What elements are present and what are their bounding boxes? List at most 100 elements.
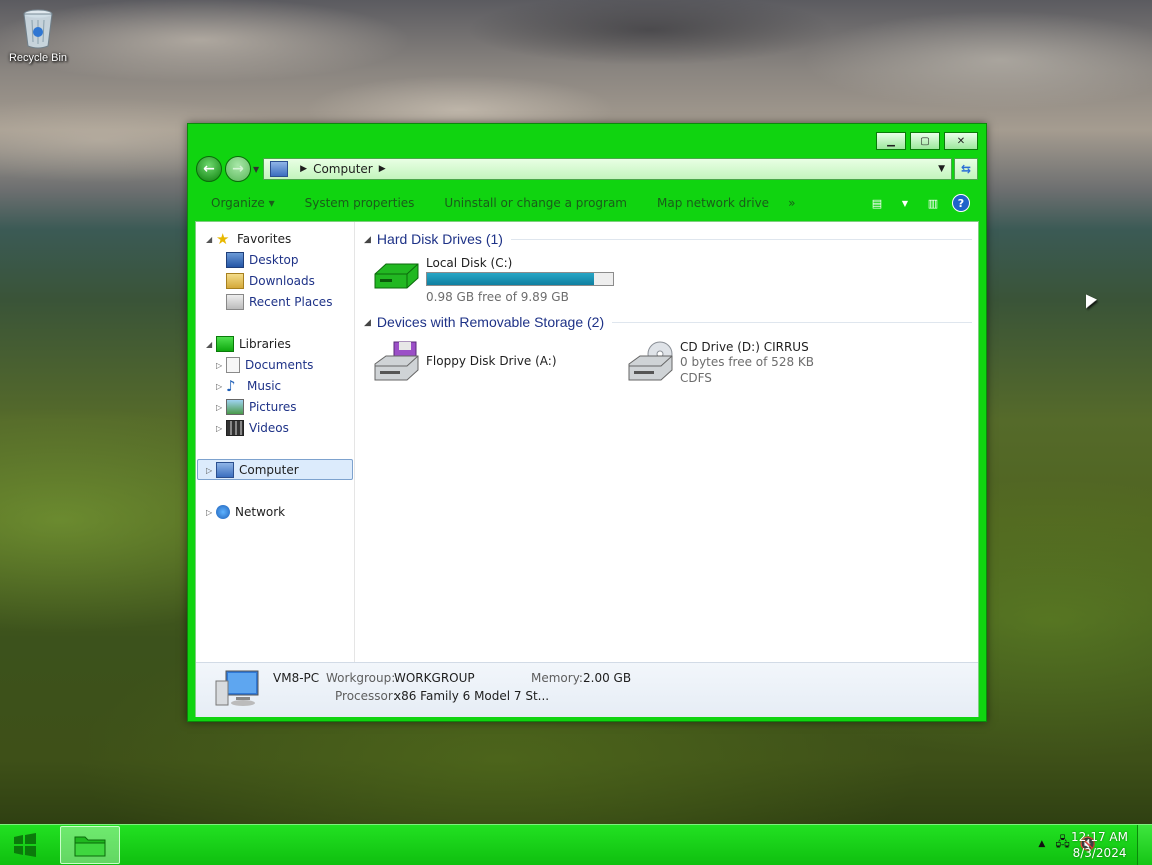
- drive-local-disk-c[interactable]: Local Disk (C:) 0.98 GB free of 9.89 GB: [372, 256, 614, 305]
- hard-drive-icon: [372, 256, 422, 300]
- nav-libraries-label: Libraries: [239, 337, 291, 351]
- uninstall-program-button[interactable]: Uninstall or change a program: [429, 196, 642, 210]
- nav-libraries[interactable]: ◢ Libraries: [206, 334, 291, 354]
- memory-value: 2.00 GB: [583, 671, 632, 685]
- details-pane: VM8-PC Workgroup: WORKGROUP Memory: 2.00…: [196, 662, 978, 717]
- address-bar[interactable]: ▶ Computer ▶ ▼: [263, 158, 952, 180]
- breadcrumb-chevron-icon[interactable]: ▶: [300, 164, 307, 174]
- help-icon[interactable]: ?: [952, 194, 970, 212]
- collapse-arrow-icon[interactable]: ◢: [206, 340, 216, 349]
- star-icon: ★: [216, 230, 230, 248]
- expand-arrow-icon[interactable]: ▷: [206, 466, 216, 475]
- forward-button[interactable]: →: [225, 156, 251, 182]
- drive-d-filesystem: CDFS: [680, 371, 712, 385]
- minimize-icon: ▁: [887, 135, 895, 147]
- computer-icon: [216, 462, 234, 478]
- drive-d-name: CD Drive (D:) CIRRUS: [680, 340, 809, 354]
- recent-pages-dropdown[interactable]: ▼: [253, 165, 259, 174]
- computer-icon: [270, 161, 289, 177]
- explorer-window: ▁ ▢ ✕ ← → ▼ ▶ Computer ▶ ▼ ⇆ Organize ▾ …: [187, 123, 987, 722]
- cd-drive-icon: [626, 340, 676, 384]
- maximize-icon: ▢: [920, 135, 930, 147]
- nav-desktop[interactable]: Desktop: [226, 250, 299, 270]
- nav-pictures[interactable]: ▷ Pictures: [216, 397, 297, 417]
- expand-arrow-icon[interactable]: ▷: [216, 361, 226, 370]
- drive-c-usage-fill: [427, 273, 595, 285]
- documents-icon: [226, 357, 240, 373]
- system-properties-button[interactable]: System properties: [290, 196, 430, 210]
- explorer-content: ◢ ★ Favorites Desktop Downloads Recent P…: [195, 221, 979, 717]
- expand-arrow-icon[interactable]: ▷: [216, 382, 226, 391]
- desktop-icon: [226, 252, 244, 268]
- nav-recent-places[interactable]: Recent Places: [226, 292, 332, 312]
- view-options-dropdown-icon[interactable]: ▼: [896, 195, 914, 211]
- drive-cd-d[interactable]: CD Drive (D:) CIRRUS 0 bytes free of 528…: [626, 340, 814, 386]
- windows-logo-icon: [14, 833, 36, 857]
- change-view-icon[interactable]: ▤: [868, 195, 886, 211]
- nav-videos[interactable]: ▷ Videos: [216, 418, 289, 438]
- maximize-button[interactable]: ▢: [910, 132, 940, 150]
- collapse-arrow-icon[interactable]: ◢: [364, 317, 371, 328]
- nav-network-label: Network: [235, 505, 286, 519]
- videos-icon: [226, 420, 244, 436]
- nav-favorites-label: Favorites: [237, 232, 292, 246]
- nav-pictures-label: Pictures: [249, 400, 297, 414]
- clock[interactable]: 12:17 AM 8/3/2024: [1071, 829, 1128, 861]
- navigation-pane: ◢ ★ Favorites Desktop Downloads Recent P…: [196, 222, 355, 662]
- breadcrumb-computer[interactable]: Computer: [313, 162, 373, 176]
- group-removable-storage[interactable]: ◢ Devices with Removable Storage (2): [364, 314, 972, 330]
- group-hard-disk-drives[interactable]: ◢ Hard Disk Drives (1): [364, 231, 972, 247]
- recent-places-icon: [226, 294, 244, 310]
- nav-network[interactable]: ▷ Network: [206, 502, 285, 522]
- nav-favorites[interactable]: ◢ ★ Favorites: [206, 229, 291, 249]
- workgroup-value: WORKGROUP: [394, 671, 475, 685]
- refresh-button[interactable]: ⇆: [954, 158, 978, 180]
- file-list: ◢ Hard Disk Drives (1) Local Disk (C:) 0…: [364, 222, 978, 662]
- address-dropdown-icon[interactable]: ▼: [938, 164, 945, 174]
- nav-music[interactable]: ▷ ♪ Music: [216, 376, 281, 396]
- drive-c-name: Local Disk (C:): [426, 256, 513, 270]
- expand-arrow-icon[interactable]: ▷: [206, 508, 216, 517]
- drive-d-free-space: 0 bytes free of 528 KB: [680, 355, 814, 369]
- nav-documents-label: Documents: [245, 358, 314, 372]
- pictures-icon: [226, 399, 244, 415]
- caption-buttons: ▁ ▢ ✕: [876, 132, 978, 150]
- recycle-bin-label: Recycle Bin: [8, 52, 68, 64]
- drive-a-name: Floppy Disk Drive (A:): [426, 354, 557, 368]
- nav-downloads-label: Downloads: [249, 274, 315, 288]
- nav-downloads[interactable]: Downloads: [226, 271, 315, 291]
- organize-button[interactable]: Organize ▾: [196, 196, 290, 210]
- more-commands-button[interactable]: »: [784, 196, 799, 210]
- memory-label: Memory:: [531, 671, 583, 685]
- drive-c-usage-bar: [426, 272, 614, 286]
- recycle-bin-icon: [21, 6, 55, 50]
- forward-arrow-icon: →: [232, 161, 244, 177]
- close-button[interactable]: ✕: [944, 132, 978, 150]
- collapse-arrow-icon[interactable]: ◢: [364, 234, 371, 245]
- taskbar-explorer-button[interactable]: [60, 826, 120, 864]
- nav-documents[interactable]: ▷ Documents: [216, 355, 313, 375]
- network-status-icon[interactable]: 🖧: [1055, 833, 1070, 855]
- music-icon: ♪: [226, 377, 236, 395]
- breadcrumb-chevron-icon[interactable]: ▶: [379, 164, 386, 174]
- processor-label: Processor:: [335, 689, 397, 703]
- pc-name: VM8-PC: [273, 671, 320, 685]
- expand-arrow-icon[interactable]: ▷: [216, 403, 226, 412]
- collapse-arrow-icon[interactable]: ◢: [206, 235, 216, 244]
- show-hidden-icons-icon[interactable]: ▲: [1038, 839, 1045, 849]
- nav-computer[interactable]: ▷ Computer: [206, 460, 299, 480]
- map-network-drive-button[interactable]: Map network drive: [642, 196, 784, 210]
- show-desktop-button[interactable]: [1137, 825, 1152, 865]
- recycle-bin[interactable]: Recycle Bin: [6, 6, 70, 64]
- close-icon: ✕: [956, 135, 966, 147]
- minimize-button[interactable]: ▁: [876, 132, 906, 150]
- preview-pane-icon[interactable]: ▥: [924, 195, 942, 211]
- start-button[interactable]: [10, 831, 40, 859]
- nav-desktop-label: Desktop: [249, 253, 299, 267]
- expand-arrow-icon[interactable]: ▷: [216, 424, 226, 433]
- drive-floppy-a[interactable]: Floppy Disk Drive (A:): [372, 340, 557, 384]
- clock-time: 12:17 AM: [1071, 830, 1128, 844]
- nav-videos-label: Videos: [249, 421, 289, 435]
- workgroup-label: Workgroup:: [326, 671, 396, 685]
- back-button[interactable]: ←: [196, 156, 222, 182]
